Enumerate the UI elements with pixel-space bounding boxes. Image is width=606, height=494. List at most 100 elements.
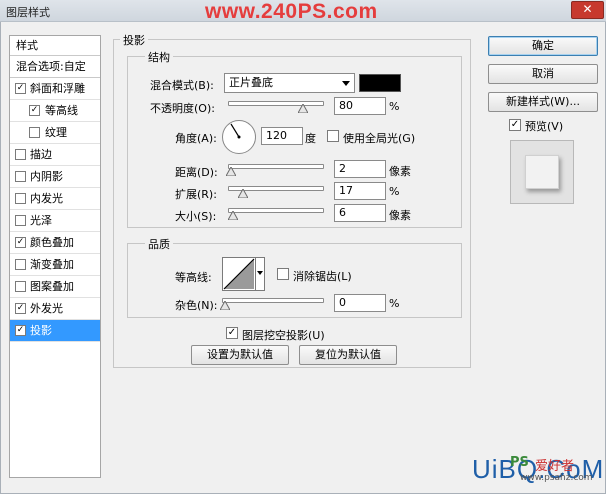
distance-unit: 像素	[389, 165, 411, 178]
knockout-checkbox[interactable]: ✓	[226, 327, 238, 339]
make-default-button[interactable]: 设置为默认值	[191, 345, 289, 365]
antialias-label: 消除锯齿(L)	[293, 270, 352, 283]
style-list-item[interactable]: 内发光	[10, 188, 100, 210]
blend-mode-label: 混合模式(B):	[150, 79, 214, 92]
style-checkbox[interactable]	[15, 281, 26, 292]
spread-label: 扩展(R):	[175, 188, 217, 201]
structure-title: 结构	[145, 49, 173, 65]
close-button[interactable]: ✕	[571, 1, 604, 19]
distance-label: 距离(D):	[175, 166, 218, 179]
size-unit: 像素	[389, 209, 411, 222]
global-light-label: 使用全局光(G)	[343, 132, 416, 145]
noise-slider-thumb[interactable]	[220, 301, 230, 310]
preview-thumbnail	[510, 140, 574, 204]
style-checkbox[interactable]	[15, 215, 26, 226]
cancel-button[interactable]: 取消	[488, 64, 598, 84]
size-label: 大小(S):	[175, 210, 217, 223]
style-list-item-label: 图案叠加	[30, 280, 74, 293]
style-checkbox[interactable]	[15, 149, 26, 160]
blend-options-item[interactable]: 混合选项:自定	[10, 56, 100, 78]
angle-dial[interactable]	[222, 120, 256, 154]
contour-label: 等高线:	[175, 271, 212, 284]
style-checkbox[interactable]	[15, 259, 26, 270]
title-bar: 图层样式 www.240PS.com ✕	[0, 0, 606, 23]
style-list-item-label: 描边	[30, 148, 52, 161]
contour-picker[interactable]	[222, 257, 256, 291]
opacity-slider-thumb[interactable]	[298, 104, 308, 113]
window-title: 图层样式	[6, 6, 50, 19]
footer-logo-cn: 爱好者	[535, 459, 575, 474]
angle-input[interactable]: 120	[261, 127, 303, 145]
size-input[interactable]: 6	[334, 204, 386, 222]
style-checkbox[interactable]: ✓	[15, 325, 26, 336]
style-list: 样式 混合选项:自定 ✓ 斜面和浮雕 ✓ 等高线纹理描边内阴影内发光光泽 ✓ 颜色叠加渐变…	[9, 35, 101, 478]
new-style-button[interactable]: 新建样式(W)...	[488, 92, 598, 112]
style-list-item-label: 投影	[30, 324, 52, 337]
style-list-item-label: 内阴影	[30, 170, 63, 183]
style-list-item[interactable]: 内阴影	[10, 166, 100, 188]
ok-button[interactable]: 确定	[488, 36, 598, 56]
style-list-item-label: 斜面和浮雕	[30, 82, 85, 95]
style-checkbox[interactable]: ✓	[15, 83, 26, 94]
footer-logo-url: www.psahz.com	[520, 473, 593, 483]
reset-default-button[interactable]: 复位为默认值	[299, 345, 397, 365]
style-list-item[interactable]: ✓ 投影	[10, 320, 100, 342]
style-list-item-label: 光泽	[30, 214, 52, 227]
contour-dropdown-button[interactable]	[256, 257, 265, 291]
shadow-color-swatch[interactable]	[359, 74, 401, 92]
noise-input[interactable]: 0	[334, 294, 386, 312]
opacity-slider-track[interactable]	[228, 101, 324, 106]
style-checkbox[interactable]	[15, 171, 26, 182]
style-list-item[interactable]: 描边	[10, 144, 100, 166]
style-checkbox[interactable]	[29, 127, 40, 138]
global-light-checkbox[interactable]	[327, 130, 339, 142]
style-list-header[interactable]: 样式	[10, 36, 100, 56]
angle-label: 角度(A):	[175, 132, 217, 145]
preview-shape	[525, 155, 559, 189]
spread-unit: %	[389, 185, 400, 198]
style-list-item[interactable]: ✓ 斜面和浮雕	[10, 78, 100, 100]
style-list-item-label: 纹理	[45, 126, 67, 139]
spread-slider-thumb[interactable]	[238, 189, 248, 198]
spread-input[interactable]: 17	[334, 182, 386, 200]
quality-title: 品质	[145, 236, 173, 252]
size-slider-track[interactable]	[228, 208, 324, 213]
distance-slider-thumb[interactable]	[226, 167, 236, 176]
distance-input[interactable]: 2	[334, 160, 386, 178]
blend-mode-select[interactable]: 正片叠底	[224, 73, 355, 93]
antialias-checkbox[interactable]	[277, 268, 289, 280]
style-checkbox[interactable]: ✓	[15, 237, 26, 248]
noise-unit: %	[389, 297, 400, 310]
knockout-label: 图层挖空投影(U)	[242, 329, 325, 342]
opacity-label: 不透明度(O):	[150, 102, 215, 115]
drop-shadow-title: 投影	[120, 32, 148, 48]
style-list-item[interactable]: ✓ 等高线	[10, 100, 100, 122]
style-list-item-label: 颜色叠加	[30, 236, 74, 249]
preview-label: 预览(V)	[525, 120, 564, 133]
blend-mode-value: 正片叠底	[229, 76, 273, 89]
style-list-item-label: 渐变叠加	[30, 258, 74, 271]
style-list-item[interactable]: ✓ 外发光	[10, 298, 100, 320]
style-list-item[interactable]: 图案叠加	[10, 276, 100, 298]
noise-slider-track[interactable]	[222, 298, 324, 303]
style-list-item[interactable]: 纹理	[10, 122, 100, 144]
style-checkbox[interactable]: ✓	[15, 303, 26, 314]
style-checkbox[interactable]: ✓	[29, 105, 40, 116]
chevron-down-icon	[257, 271, 263, 275]
footer-logo-ps: PS	[510, 455, 529, 470]
style-list-item[interactable]: 渐变叠加	[10, 254, 100, 276]
opacity-input[interactable]: 80	[334, 97, 386, 115]
style-list-item-label: 等高线	[45, 104, 78, 117]
size-slider-thumb[interactable]	[228, 211, 238, 220]
style-checkbox[interactable]	[15, 193, 26, 204]
style-list-item-label: 内发光	[30, 192, 63, 205]
preview-checkbox[interactable]: ✓	[509, 119, 521, 131]
noise-label: 杂色(N):	[175, 299, 218, 312]
angle-unit: 度	[305, 132, 316, 145]
style-list-item[interactable]: ✓ 颜色叠加	[10, 232, 100, 254]
site-watermark: www.240PS.com	[205, 0, 378, 23]
opacity-unit: %	[389, 100, 400, 113]
style-list-item[interactable]: 光泽	[10, 210, 100, 232]
style-list-item-label: 外发光	[30, 302, 63, 315]
distance-slider-track[interactable]	[228, 164, 324, 169]
